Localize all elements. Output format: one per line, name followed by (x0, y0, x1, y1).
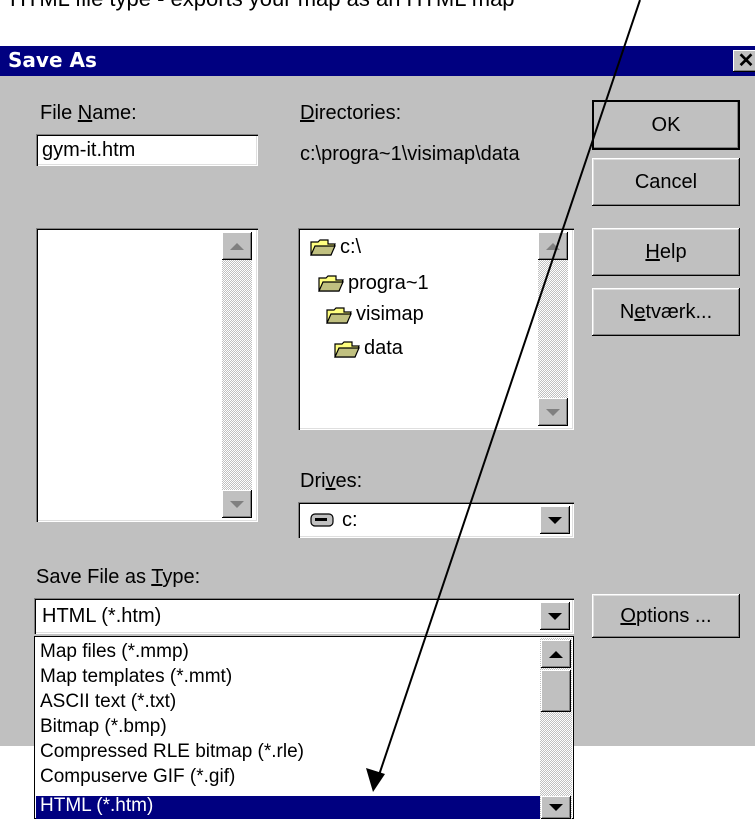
annotation-arrow (366, 0, 641, 792)
